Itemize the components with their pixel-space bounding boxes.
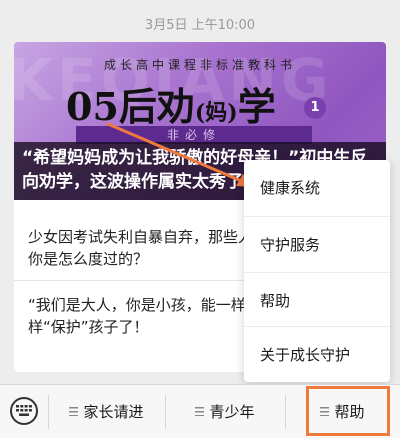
menu-button-label: 帮助 xyxy=(334,403,365,421)
popup-item-help[interactable]: 帮助 xyxy=(244,272,390,328)
banner-subtitle: 成长高中课程非标准教科书 xyxy=(103,58,296,72)
popup-item-health-system[interactable]: 健康系统 xyxy=(244,160,390,216)
popup-item-guard-service[interactable]: 守护服务 xyxy=(244,216,390,272)
banner-title-part3: 学 xyxy=(237,84,276,129)
banner-number-badge: 1 xyxy=(304,97,326,119)
menu-button-help[interactable]: 帮助 xyxy=(285,385,400,438)
menu-hamburger-icon xyxy=(69,407,79,416)
menu-button-label: 家长请进 xyxy=(83,403,144,421)
banner-title-part1: 05后劝 xyxy=(66,84,195,129)
message-timestamp: 3月5日 上午10:00 xyxy=(144,18,256,33)
menu-button-teen[interactable]: 青少年 xyxy=(165,385,285,438)
banner-title-part2: (妈) xyxy=(194,100,238,126)
menu-hamburger-icon xyxy=(195,407,205,416)
keyboard-icon[interactable] xyxy=(10,397,38,425)
menu-hamburger-icon xyxy=(320,407,330,416)
banner-title: 05后劝(妈)学 xyxy=(66,76,276,131)
menu-button-parents[interactable]: 家长请进 xyxy=(48,385,165,438)
popup-menu: 健康系统 守护服务 帮助 关于成长守护 xyxy=(244,160,390,382)
bottom-menu-bar: 家长请进 青少年 帮助 xyxy=(0,384,400,438)
menu-button-label: 青少年 xyxy=(209,403,255,421)
popup-item-about[interactable]: 关于成长守护 xyxy=(244,326,390,382)
